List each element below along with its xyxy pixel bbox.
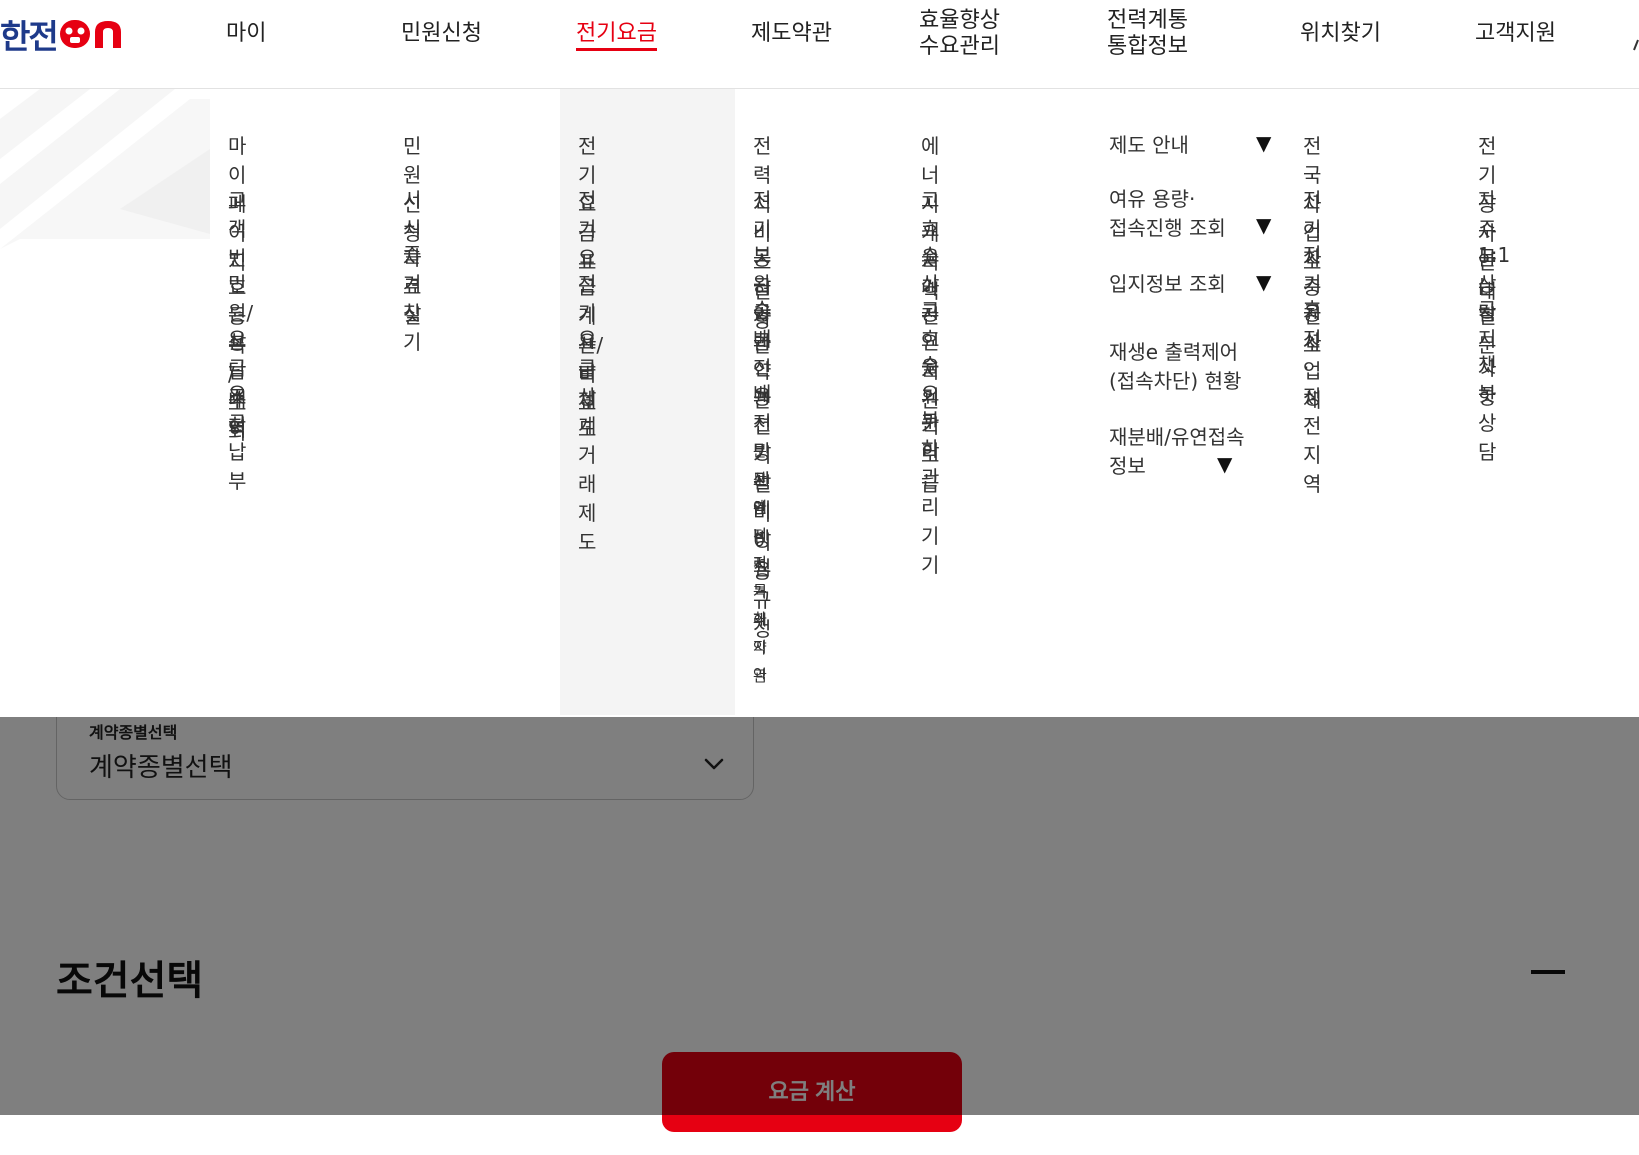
logo[interactable]: 한전 (0, 14, 127, 56)
expand-arrow-icon[interactable]: ▼ (1256, 213, 1271, 237)
logo-text: 한전 (0, 17, 59, 56)
nav-label: 위치찾기 (1300, 21, 1381, 46)
decorative-stripes (0, 89, 210, 249)
expand-arrow-icon[interactable]: ▼ (1256, 270, 1271, 294)
expand-arrow-icon[interactable]: ▼ (1256, 131, 1271, 155)
nav-label: 고객지원 (1475, 21, 1556, 46)
menu-item[interactable]: 여유 용량· 접속진행 조회 (1109, 185, 1226, 243)
nav-label: 전력계통 통합정보 (1107, 8, 1188, 59)
nav-grid-info[interactable]: 전력계통 통합정보 (1107, 8, 1188, 60)
nav-support[interactable]: 고객지원 (1475, 21, 1556, 47)
nav-label: 마이 (226, 21, 267, 46)
search-icon[interactable] (1632, 38, 1639, 52)
nav-my[interactable]: 마이 (226, 21, 266, 47)
nav-efficiency[interactable]: 효율향상 수요관리 (919, 8, 1000, 60)
nav-label: 민원신청 (401, 21, 482, 46)
menu-item[interactable]: 제도 안내 (1109, 131, 1189, 160)
menu-item[interactable]: 즐겨찾기 (403, 241, 421, 357)
logo-on-icon (59, 17, 127, 51)
nav-label: 효율향상 수요관리 (919, 8, 1000, 59)
mega-menu: 마이페이지 고객번호 등록 / 조회 민원/상담내역 요금조회 요금납부 민원신… (0, 89, 1639, 717)
site-header: 한전 마이 민원신청 전기요금 제도약관 효율향상 수요관리 전력계통 통합정보… (0, 0, 1639, 89)
menu-item[interactable]: 재생e 출력제어 (접속차단) 현황 (1109, 338, 1241, 396)
active-underline (576, 48, 657, 51)
menu-item[interactable]: 부하관리기기 (921, 406, 939, 580)
menu-item[interactable]: 요금납부 (228, 380, 246, 496)
menu-item[interactable]: 요금 상계거래 제도 (578, 325, 596, 557)
menu-item[interactable]: 보완전력거래약관 (753, 466, 767, 690)
nav-terms[interactable]: 제도약관 (751, 21, 832, 47)
menu-item[interactable]: 휴전·정전지역 (1303, 296, 1321, 499)
menu-item[interactable]: 입지정보 조회 (1109, 270, 1226, 299)
nav-label: 제도약관 (751, 21, 832, 46)
expand-arrow-icon[interactable]: ▼ (1217, 452, 1232, 476)
nav-location[interactable]: 위치찾기 (1300, 21, 1381, 47)
nav-label: 전기요금 (576, 21, 657, 46)
nav-application[interactable]: 민원신청 (401, 21, 482, 47)
nav-electricity-fee[interactable]: 전기요금 (576, 21, 657, 51)
menu-item[interactable]: 챗봇상담 (1478, 351, 1496, 467)
